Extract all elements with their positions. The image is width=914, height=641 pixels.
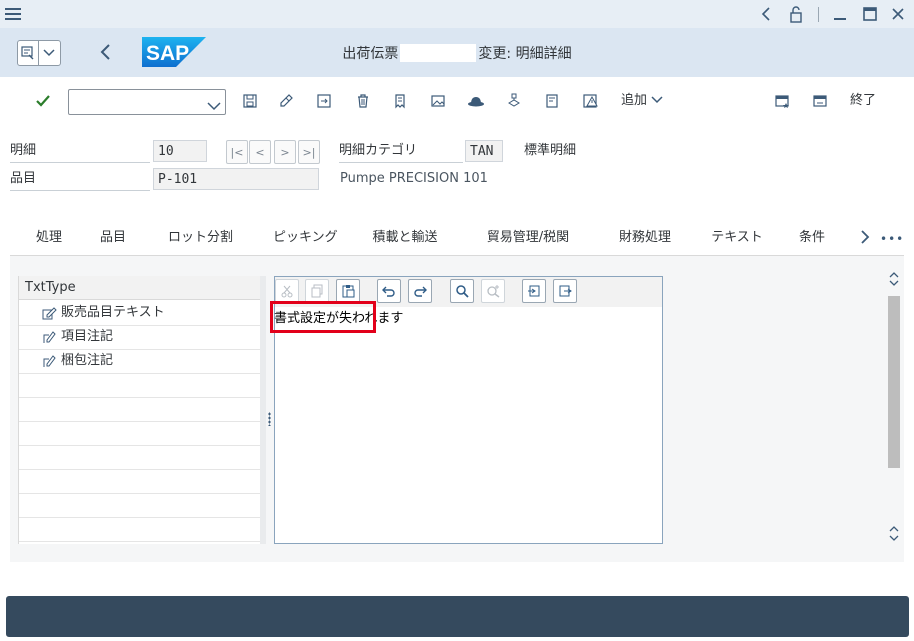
item-category-description: 標準明細 bbox=[524, 143, 577, 158]
tree-empty-row bbox=[19, 517, 261, 542]
new-window-icon[interactable] bbox=[810, 91, 830, 111]
search-icon[interactable] bbox=[450, 279, 474, 303]
page-title: 出荷伝票 変更: 明細詳細 bbox=[0, 28, 914, 77]
back-arrow-icon[interactable] bbox=[756, 4, 776, 24]
tree-header: TxtType bbox=[19, 276, 261, 300]
chevron-down-icon bbox=[39, 49, 59, 57]
tree-item-sales-text[interactable]: 販売品目テキスト bbox=[19, 301, 261, 326]
tree-item-packing-note[interactable]: 梱包注記 bbox=[19, 349, 261, 374]
document-icon[interactable] bbox=[390, 91, 410, 111]
tree-item-label: 項目注記 bbox=[61, 329, 114, 344]
tab-picking[interactable]: ピッキング bbox=[273, 228, 338, 256]
cut-icon[interactable] bbox=[275, 279, 299, 303]
tree-empty-row bbox=[19, 493, 261, 518]
tree-empty-row bbox=[19, 373, 261, 398]
scroll-bottom-icon[interactable] bbox=[888, 524, 900, 548]
exit-button[interactable]: 終了 bbox=[850, 91, 876, 111]
title-suffix: 変更: 明細詳細 bbox=[478, 45, 572, 62]
tree-empty-row bbox=[19, 469, 261, 494]
minimize-icon[interactable] bbox=[830, 4, 850, 24]
load-text-icon[interactable] bbox=[522, 279, 546, 303]
close-icon[interactable] bbox=[888, 4, 908, 24]
tab-conditions[interactable]: 条件 bbox=[797, 228, 827, 256]
tree-empty-row bbox=[19, 397, 261, 422]
status-bar bbox=[6, 596, 909, 637]
search-next-icon[interactable] bbox=[481, 279, 505, 303]
tree-empty-row bbox=[19, 421, 261, 446]
material-label: 品目 bbox=[10, 168, 150, 191]
menu-icon bbox=[18, 46, 38, 60]
tab-foreign-trade-customs[interactable]: 貿易管理/税関 bbox=[483, 228, 573, 256]
tab-accounting[interactable]: 財務処理 bbox=[617, 228, 673, 256]
tab-overflow-icon[interactable]: ••• bbox=[880, 232, 904, 246]
next-item-button[interactable]: > bbox=[274, 140, 296, 164]
last-item-button[interactable]: >| bbox=[298, 140, 320, 164]
highlight-box bbox=[270, 301, 376, 333]
previous-item-button[interactable]: < bbox=[249, 140, 271, 164]
add-menu-button[interactable]: 追加 bbox=[621, 91, 663, 111]
tree-item-item-note[interactable]: 項目注記 bbox=[19, 325, 261, 350]
command-dropdown-icon[interactable] bbox=[207, 96, 221, 115]
tab-texts[interactable]: テキスト bbox=[710, 228, 764, 258]
material-field[interactable]: P-101 bbox=[153, 168, 319, 190]
splitter-grip-icon bbox=[268, 412, 271, 426]
image-icon[interactable] bbox=[428, 91, 448, 111]
item-label: 明細 bbox=[10, 140, 150, 163]
title-prefix: 出荷伝票 bbox=[342, 45, 399, 62]
tab-processing[interactable]: 処理 bbox=[34, 228, 64, 256]
tab-scroll-right-icon[interactable] bbox=[859, 228, 871, 250]
scroll-top-icon[interactable] bbox=[888, 270, 900, 292]
redo-icon[interactable] bbox=[408, 279, 432, 303]
document-number-field bbox=[400, 43, 477, 62]
tree-item-label: 販売品目テキスト bbox=[61, 305, 165, 320]
add-chevron-down-icon bbox=[651, 96, 663, 104]
pencil-edit-icon[interactable] bbox=[276, 91, 296, 111]
shell-header: 出荷伝票 変更: 明細詳細 SAP bbox=[0, 28, 914, 77]
item-category-field[interactable]: TAN bbox=[465, 140, 503, 162]
window-star-icon[interactable] bbox=[772, 91, 792, 111]
undo-icon[interactable] bbox=[377, 279, 401, 303]
vertical-scrollbar-thumb[interactable] bbox=[888, 296, 900, 468]
window-title-bar bbox=[0, 0, 914, 29]
tab-material[interactable]: 品目 bbox=[99, 228, 127, 256]
hamburger-icon[interactable] bbox=[4, 4, 24, 24]
hierarchy-icon[interactable] bbox=[504, 91, 524, 111]
copy-icon[interactable] bbox=[305, 279, 329, 303]
back-button[interactable] bbox=[96, 41, 116, 63]
tree-item-label: 梱包注記 bbox=[61, 353, 114, 368]
tree-empty-row bbox=[19, 445, 261, 470]
lock-icon[interactable] bbox=[786, 4, 806, 24]
export-icon[interactable] bbox=[314, 91, 334, 111]
titlebar-divider bbox=[818, 7, 819, 22]
item-category-label: 明細カテゴリ bbox=[339, 140, 463, 163]
save-icon[interactable] bbox=[240, 91, 260, 111]
sap-logo: SAP bbox=[142, 37, 206, 67]
notes-icon[interactable] bbox=[542, 91, 562, 111]
save-text-icon[interactable] bbox=[553, 279, 577, 303]
enter-checkmark-icon[interactable] bbox=[33, 91, 53, 115]
first-item-button[interactable]: |< bbox=[226, 140, 248, 164]
tab-loading-transport[interactable]: 積載と輸送 bbox=[372, 228, 438, 256]
material-description: Pumpe PRECISION 101 bbox=[340, 171, 488, 186]
maximize-icon[interactable] bbox=[860, 4, 880, 24]
text-type-tree: TxtType 販売品目テキスト 項目注記 梱包注記 bbox=[18, 276, 261, 544]
menu-button[interactable] bbox=[17, 40, 61, 66]
brand-text: SAP bbox=[146, 42, 189, 65]
warning-image-icon[interactable] bbox=[580, 91, 600, 111]
add-menu-label: 追加 bbox=[621, 93, 648, 108]
command-field[interactable] bbox=[68, 89, 226, 115]
delete-icon[interactable] bbox=[353, 91, 373, 111]
paste-icon[interactable] bbox=[336, 279, 360, 303]
item-number-field[interactable]: 10 bbox=[153, 140, 207, 162]
tab-batch-split[interactable]: ロット分割 bbox=[168, 228, 233, 256]
hat-icon[interactable] bbox=[466, 91, 486, 111]
